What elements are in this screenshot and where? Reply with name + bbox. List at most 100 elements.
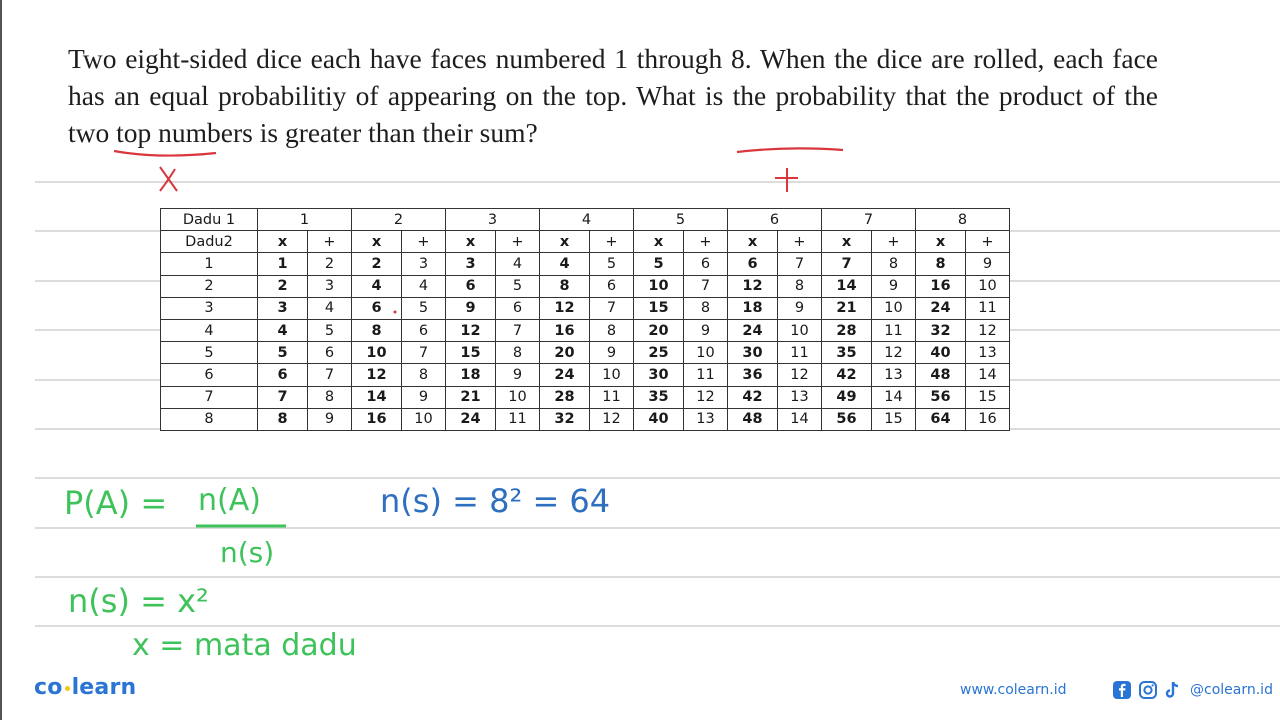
ruled-line [35,625,1280,627]
sum-cell: 11 [589,385,634,409]
sum-cell: 10 [495,385,540,409]
logo-left-text: co [34,675,63,700]
product-cell: 12 [727,274,778,298]
numerator: n(A) [198,483,261,518]
product-cell: 8 [539,274,590,298]
sum-column-header: + [965,230,1010,254]
sum-column-header: + [307,230,352,254]
dadu1-value-header: 1 [257,207,352,232]
sum-cell: 11 [495,407,540,431]
tiktok-icon[interactable] [1164,680,1182,700]
product-cell: 16 [351,407,402,431]
sum-cell: 13 [871,363,916,387]
product-cell: 16 [539,318,590,343]
product-cell: 3 [257,296,308,320]
product-column-header: x [821,230,872,254]
product-cell: 64 [915,407,966,431]
sum-cell: 7 [777,252,822,276]
corner-dadu1-label: Dadu 1 [160,207,258,232]
sum-cell: 11 [965,296,1010,320]
sum-column-header: + [589,230,634,254]
product-column-header: x [633,230,684,254]
dadu2-value: 7 [160,385,258,409]
dadu2-value: 6 [160,363,258,387]
stray-mark [393,310,397,314]
sum-cell: 12 [965,318,1010,343]
sum-cell: 13 [777,385,822,409]
product-cell: 12 [445,318,496,343]
colearn-logo[interactable]: co learn [34,675,136,700]
sum-cell: 5 [307,318,352,343]
product-column-header: x [351,230,402,254]
pa-lhs: P(A) = [64,484,167,522]
product-cell: 35 [633,385,684,409]
sum-cell: 7 [495,318,540,343]
sum-cell: 8 [589,318,634,343]
table-row: 2 2 3 4 4 6 5 8 6 10 7 12 8 14 9 16 10 [160,274,1010,298]
product-cell: 6 [257,363,308,387]
product-cell: 24 [727,318,778,343]
ruled-line [35,181,1280,183]
product-cell: 32 [539,407,590,431]
product-cell: 21 [821,296,872,320]
product-cell: 3 [445,252,496,276]
sum-cell: 6 [401,318,446,343]
product-cell: 36 [727,363,778,387]
product-cell: 24 [539,363,590,387]
product-cell: 32 [915,318,966,343]
product-cell: 35 [821,341,872,365]
sum-column-header: + [401,230,446,254]
denominator: n(s) [220,536,274,569]
sum-underline [736,147,844,154]
formula-strokes: P(A) = n(A) n(s) [64,483,286,569]
product-column-header: x [539,230,590,254]
product-cell: 9 [445,296,496,320]
product-cell: 12 [351,363,402,387]
product-cell: 12 [539,296,590,320]
product-cell: 4 [539,252,590,276]
sum-cell: 9 [965,252,1010,276]
sum-cell: 13 [683,407,728,431]
sum-cell: 10 [871,296,916,320]
product-cross-mark [159,166,178,192]
social-handle[interactable]: @colearn.id [1190,682,1273,698]
sum-cell: 10 [683,341,728,365]
sum-cell: 16 [965,407,1010,431]
sum-cell: 7 [307,363,352,387]
sum-cell: 7 [401,341,446,365]
sum-column-header: + [777,230,822,254]
logo-dot-icon [64,685,70,691]
product-cell: 14 [821,274,872,298]
product-cell: 4 [257,318,308,343]
dadu1-value-header: 4 [539,207,634,232]
sum-cell: 15 [965,385,1010,409]
sum-cell: 9 [307,407,352,431]
product-column-header: x [445,230,496,254]
product-cell: 1 [257,252,308,276]
product-column-header: x [257,230,308,254]
logo-right-text: learn [71,675,137,700]
sum-cell: 9 [401,385,446,409]
product-cell: 8 [351,318,402,343]
sum-cell: 9 [871,274,916,298]
facebook-icon[interactable] [1112,680,1132,700]
page-left-border [0,0,2,720]
product-cell: 5 [633,252,684,276]
sum-cell: 12 [871,341,916,365]
product-cell: 24 [915,296,966,320]
product-column-header: x [727,230,778,254]
sum-cell: 12 [777,363,822,387]
dadu2-value: 3 [160,296,258,320]
website-link[interactable]: www.colearn.id [960,682,1066,698]
sum-cell: 14 [965,363,1010,387]
product-cell: 49 [821,385,872,409]
table-header-operations: Dadu2 x + x + x + x + x + x + x + x + [160,230,1010,254]
sum-cell: 9 [589,341,634,365]
sum-cell: 3 [401,252,446,276]
instagram-icon[interactable] [1138,680,1158,700]
table-header-dadu1: Dadu 112345678 [160,207,1010,232]
product-cell: 7 [257,385,308,409]
sum-cell: 8 [777,274,822,298]
sum-cell: 5 [495,274,540,298]
sum-plus-mark [775,168,798,192]
